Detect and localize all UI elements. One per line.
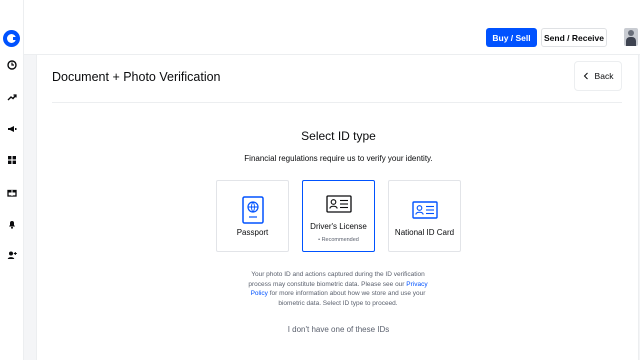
coinbase-logo[interactable]: [3, 30, 20, 47]
id-card-icon: [411, 201, 438, 219]
gift-icon[interactable]: [6, 186, 18, 198]
divider: [52, 102, 622, 103]
option-drivers-license-label: Driver's License: [310, 222, 367, 231]
option-passport[interactable]: Passport: [216, 180, 289, 252]
option-passport-label: Passport: [236, 228, 269, 237]
select-id-subtitle: Financial regulations require us to veri…: [244, 154, 433, 163]
megaphone-icon[interactable]: [6, 123, 18, 135]
biometric-disclaimer: Your photo ID and actions captured durin…: [243, 270, 433, 308]
back-button[interactable]: Back: [574, 61, 622, 91]
recommended-badge: • Recommended: [318, 237, 359, 243]
sidebar: [0, 0, 24, 360]
verification-card: Document + Photo Verification Back Selec…: [36, 55, 639, 360]
select-id-heading: Select ID type: [301, 129, 376, 143]
clock-icon[interactable]: [6, 59, 18, 71]
user-plus-icon[interactable]: [6, 249, 18, 261]
trending-icon[interactable]: [6, 91, 18, 103]
page-title: Document + Photo Verification: [52, 70, 221, 84]
disclaimer-text-2: for more information about how we store …: [267, 290, 426, 307]
bell-icon[interactable]: [6, 218, 18, 230]
back-label: Back: [594, 71, 614, 81]
send-receive-button[interactable]: Send / Receive: [541, 28, 607, 47]
buy-sell-button[interactable]: Buy / Sell: [486, 28, 537, 47]
option-national-id-label: National ID Card: [394, 228, 455, 237]
passport-icon: [241, 196, 264, 224]
option-national-id[interactable]: National ID Card: [388, 180, 461, 252]
grid-icon[interactable]: [6, 154, 18, 166]
main-area: Document + Photo Verification Back Selec…: [24, 55, 640, 360]
disclaimer-text-1: Your photo ID and actions captured durin…: [248, 271, 425, 288]
no-ids-link[interactable]: I don't have one of these IDs: [37, 325, 640, 334]
avatar[interactable]: [624, 28, 638, 46]
id-card-icon: [325, 195, 352, 213]
chevron-left-icon: [583, 72, 588, 80]
option-drivers-license[interactable]: Driver's License • Recommended: [302, 180, 375, 252]
